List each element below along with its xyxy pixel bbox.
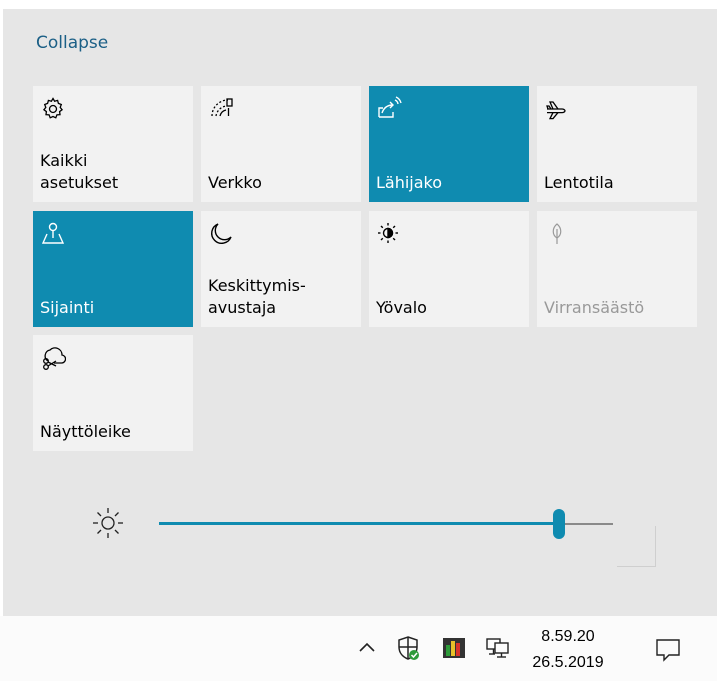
slider-fill <box>159 522 559 525</box>
network-icon <box>208 96 234 122</box>
tile-label: Lähijako <box>376 173 443 192</box>
chevron-up-icon[interactable] <box>353 634 381 662</box>
tile-label: Keskittymis- avustaja <box>208 276 306 317</box>
slider-thumb[interactable] <box>552 509 565 539</box>
collapse-link[interactable]: Collapse <box>36 33 108 53</box>
clock-date: 26.5.2019 <box>532 654 604 671</box>
tile-label: Lentotila <box>544 173 614 192</box>
tile-focus-assist[interactable]: Keskittymis- avustaja <box>201 211 361 327</box>
taskbar: 8.59.20 26.5.2019 <box>0 616 717 681</box>
battery-saver-icon <box>544 221 570 247</box>
tile-network[interactable]: Verkko <box>201 86 361 202</box>
nearby-share-icon <box>376 96 402 122</box>
night-light-icon <box>376 221 402 247</box>
app-bars-icon[interactable] <box>440 634 468 662</box>
tile-nearby-share[interactable]: Lähijako <box>369 86 529 202</box>
brightness-slider[interactable] <box>159 509 613 539</box>
tile-snip[interactable]: Näyttöleike <box>33 335 193 451</box>
tile-label: Näyttöleike <box>40 422 131 441</box>
notification-icon[interactable] <box>654 636 682 664</box>
action-center-panel: Collapse Kaikki asetukset Verkko Lähijak… <box>3 9 717 616</box>
tile-night-light[interactable]: Yövalo <box>369 211 529 327</box>
tile-battery-saver[interactable]: Virransäästö <box>537 211 697 327</box>
tile-label: Sijainti <box>40 298 95 317</box>
panel-corner-divider <box>617 526 656 567</box>
defender-icon[interactable] <box>394 634 422 662</box>
tile-airplane-mode[interactable]: Lentotila <box>537 86 697 202</box>
clock-time: 8.59.20 <box>541 628 595 645</box>
tile-label: Virransäästö <box>544 298 645 317</box>
tile-all-settings[interactable]: Kaikki asetukset <box>33 86 193 202</box>
snip-icon <box>40 345 66 371</box>
brightness-icon <box>91 506 125 540</box>
tile-label: Verkko <box>208 173 262 192</box>
screen: Collapse Kaikki asetukset Verkko Lähijak… <box>0 0 717 681</box>
moon-icon <box>208 221 234 247</box>
taskbar-clock[interactable]: 8.59.20 26.5.2019 <box>528 624 608 676</box>
tile-label: Yövalo <box>376 298 427 317</box>
tile-location[interactable]: Sijainti <box>33 211 193 327</box>
network-wired-icon[interactable] <box>484 634 512 662</box>
airplane-icon <box>544 96 570 122</box>
location-icon <box>40 221 66 247</box>
gear-icon <box>40 96 66 122</box>
tile-label: Kaikki asetukset <box>40 151 119 192</box>
